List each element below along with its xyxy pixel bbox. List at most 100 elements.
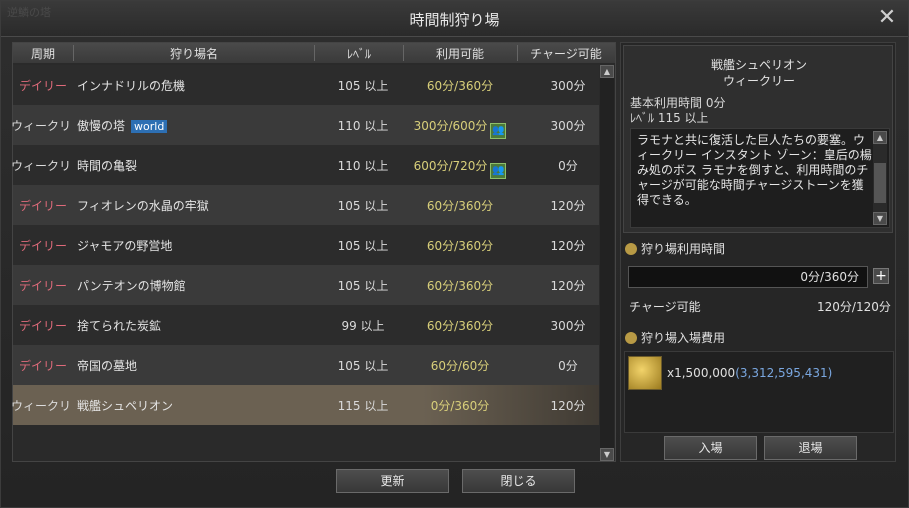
scroll-up-icon[interactable]: ▲: [873, 131, 887, 144]
scroll-down-icon[interactable]: ▼: [873, 212, 887, 225]
description-scrollbar[interactable]: ▲ ▼: [873, 131, 887, 225]
scroll-down-icon[interactable]: ▼: [600, 448, 614, 461]
header-period[interactable]: 周期: [13, 45, 73, 61]
clock-icon: [625, 243, 637, 255]
zone-name: フィオレンの水晶の牢獄: [77, 199, 209, 213]
row-level: 115 以上: [337, 399, 389, 413]
zone-info-box: 戦艦シュペリオン ウィークリー 基本利用時間 0分 ﾚﾍﾞﾙ 115 以上 ラモ…: [623, 45, 893, 233]
row-usage: 60分/360分: [405, 277, 515, 294]
row-zone-name: 傲慢の塔 world: [77, 117, 168, 134]
row-zone-name: フィオレンの水晶の牢獄: [77, 197, 209, 214]
close-icon[interactable]: ✕: [876, 7, 898, 29]
usage-value: 600分/720分: [413, 159, 488, 173]
usage-value: 60分/360分: [426, 239, 494, 253]
row-period: デイリー: [19, 359, 68, 373]
row-level: 105 以上: [337, 79, 389, 93]
refresh-button[interactable]: 更新: [336, 469, 449, 493]
header-charge[interactable]: チャージ可能: [518, 45, 614, 61]
entry-fee-box: x1,500,000(3,312,595,431): [624, 351, 894, 433]
row-usage: 300分/600分 👥: [405, 117, 515, 139]
zone-name: 戦艦シュペリオン: [77, 399, 174, 413]
row-level: 99 以上: [341, 319, 385, 333]
zone-level: ﾚﾍﾞﾙ 115 以上: [630, 111, 709, 125]
row-period: ウィークリ: [11, 399, 72, 413]
table-row[interactable]: デイリー インナドリルの危機 105 以上 60分/360分 300分: [13, 65, 599, 105]
scroll-thumb[interactable]: [874, 163, 886, 203]
row-usage: 60分/60分: [405, 357, 515, 374]
zone-detail-period: ウィークリー: [722, 74, 795, 88]
entry-fee-label: 狩り場入場費用: [641, 331, 726, 345]
usage-value: 60分/60分: [430, 359, 490, 373]
row-period: ウィークリ: [11, 119, 72, 133]
zone-description: ラモナと共に復活した巨人たちの要塞。ウィークリー インスタント ゾーン：皇后の楊…: [637, 133, 872, 207]
table-row[interactable]: ウィークリ 傲慢の塔 world 110 以上 300分/600分 👥 300分: [11, 105, 599, 145]
row-period: デイリー: [19, 319, 68, 333]
usage-value: 60分/360分: [426, 199, 494, 213]
zone-name: 帝国の墓地: [77, 359, 138, 373]
row-level: 105 以上: [337, 239, 389, 253]
hunting-zone-window: 逆鱗の塔 時間制狩り場 ✕ 周期 狩り場名 ﾚﾍﾞﾙ 利用可能 チャージ可能 デ…: [0, 0, 909, 508]
usage-value: 60分/360分: [426, 79, 494, 93]
zone-name: 時間の亀裂: [77, 159, 138, 173]
row-level: 110 以上: [337, 119, 389, 133]
row-zone-name: 戦艦シュペリオン: [77, 397, 173, 414]
world-badge: world: [131, 120, 168, 133]
enter-button[interactable]: 入場: [664, 436, 757, 460]
zone-detail-name: 戦艦シュペリオン: [710, 58, 807, 72]
table-row[interactable]: デイリー ジャモアの野営地 105 以上 60分/360分 120分: [13, 225, 599, 265]
row-usage: 600分/720分 👥: [405, 157, 515, 179]
exit-button[interactable]: 退場: [764, 436, 857, 460]
row-level: 105 以上: [337, 359, 389, 373]
chargeable-label: チャージ可能: [629, 300, 701, 314]
header-level[interactable]: ﾚﾍﾞﾙ: [315, 45, 403, 61]
title-bar[interactable]: 逆鱗の塔 時間制狩り場 ✕: [1, 1, 908, 37]
table-row[interactable]: デイリー フィオレンの水晶の牢獄 105 以上 60分/360分 120分: [13, 185, 599, 225]
row-period: デイリー: [19, 79, 68, 93]
usage-value: 60分/360分: [426, 319, 494, 333]
table-scrollbar[interactable]: ▲ ▼: [600, 65, 614, 461]
zone-name: ジャモアの野営地: [77, 239, 173, 253]
usage-value: 60分/360分: [426, 279, 494, 293]
party-icon: 👥: [490, 123, 507, 139]
table-row[interactable]: ウィークリ 時間の亀裂 110 以上 600分/720分 👥 0分: [11, 145, 599, 185]
zone-name: 捨てられた炭鉱: [77, 319, 162, 333]
row-zone-name: インナドリルの危機: [77, 77, 185, 94]
table-header: 周期 狩り場名 ﾚﾍﾞﾙ 利用可能 チャージ可能: [13, 43, 615, 63]
scroll-up-icon[interactable]: ▲: [600, 65, 614, 78]
row-period: デイリー: [19, 239, 68, 253]
fee-amount: x1,500,000: [667, 366, 736, 380]
row-zone-name: 捨てられた炭鉱: [77, 317, 161, 334]
hunting-zone-table: 周期 狩り場名 ﾚﾍﾞﾙ 利用可能 チャージ可能 デイリー インナドリルの危機 10…: [11, 42, 616, 462]
party-icon: 👥: [490, 163, 507, 179]
table-row[interactable]: ウィークリ 戦艦シュペリオン 115 以上 0分/360分 120分: [11, 385, 599, 425]
zone-name: 傲慢の塔: [77, 119, 126, 133]
table-row[interactable]: デイリー 捨てられた炭鉱 99 以上 60分/360分 300分: [13, 305, 599, 345]
row-zone-name: 帝国の墓地: [77, 357, 137, 374]
usage-time-section: 狩り場利用時間: [625, 240, 725, 257]
chargeable-value: 120分/120分: [817, 300, 891, 314]
zone-detail-panel: 戦艦シュペリオン ウィークリー 基本利用時間 0分 ﾚﾍﾞﾙ 115 以上 ラモ…: [620, 42, 896, 462]
table-row[interactable]: デイリー 帝国の墓地 105 以上 60分/60分 0分: [13, 345, 599, 385]
row-level: 105 以上: [337, 199, 389, 213]
owned-adena: (3,312,595,431): [735, 366, 833, 380]
row-period: ウィークリ: [11, 159, 72, 173]
zone-description-box: ラモナと共に復活した巨人たちの要塞。ウィークリー インスタント ゾーン：皇后の楊…: [630, 128, 890, 228]
row-usage: 60分/360分: [405, 237, 515, 254]
zone-name: パンテオンの博物館: [77, 279, 186, 293]
row-usage: 60分/360分: [405, 317, 515, 334]
add-time-button[interactable]: +: [873, 268, 889, 284]
close-button[interactable]: 閉じる: [462, 469, 575, 493]
row-level: 105 以上: [337, 279, 389, 293]
entry-fee-amount: x1,500,000(3,312,595,431): [667, 366, 832, 380]
row-usage: 0分/360分: [405, 397, 515, 414]
row-usage: 60分/360分: [405, 197, 515, 214]
coins-icon: [625, 332, 637, 344]
table-row[interactable]: デイリー パンテオンの博物館 105 以上 60分/360分 120分: [13, 265, 599, 305]
row-usage: 60分/360分: [405, 77, 515, 94]
row-level: 110 以上: [337, 159, 389, 173]
row-period: デイリー: [19, 279, 68, 293]
header-name[interactable]: 狩り場名: [74, 45, 314, 61]
row-zone-name: ジャモアの野営地: [77, 237, 172, 254]
header-usage[interactable]: 利用可能: [404, 45, 516, 61]
usage-time-label: 狩り場利用時間: [641, 242, 726, 256]
